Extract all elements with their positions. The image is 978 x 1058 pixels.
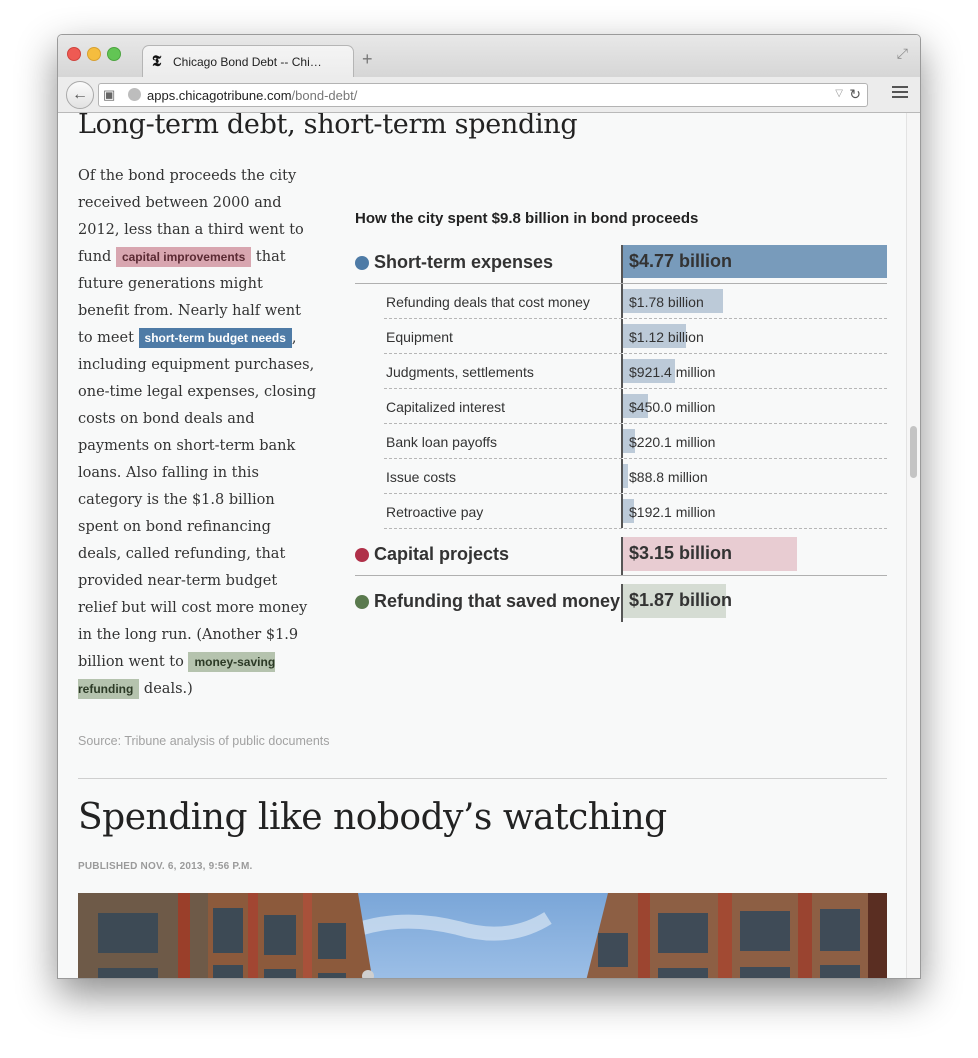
subcategory-value: $921.4 million [629,364,716,380]
bar-track: $921.4 million [621,354,887,388]
series-dot [355,595,369,609]
reader-icon[interactable]: ▣ [103,87,115,103]
subcategory-label: Capitalized interest [386,399,506,415]
category-label: Refunding that saved money [374,591,621,611]
spending-chart: Short-term expenses $4.77 billion Refundin… [355,245,887,622]
section-title: Long-term debt, short-term spending [78,113,578,140]
url-bar[interactable]: ▣ apps.chicagotribune.com/bond-debt/ ▽ ↻ [98,83,868,107]
source-note: Source: Tribune analysis of public docum… [78,734,330,748]
browser-tab[interactable]: 𝕿 Chicago Bond Debt -- Chi… [142,45,354,78]
scrollbar-thumb[interactable] [910,426,917,478]
chart-subcategory-row: Retroactive pay $192.1 million [384,494,887,529]
bar-track: $450.0 million [621,389,887,423]
history-dropdown-icon[interactable]: ▽ [835,88,843,99]
lede-text: , including equipment purchases, one-tim… [78,330,317,670]
subcategory-label: Refunding deals that cost money [386,294,590,310]
bar-track: $192.1 million [621,494,887,528]
back-button[interactable]: ← [66,81,94,109]
subcategory-label: Retroactive pay [386,504,484,520]
close-window-button[interactable] [67,47,81,61]
navigation-bar: ← ▣ apps.chicagotribune.com/bond-debt/ ▽… [58,77,920,113]
subcategory-value: $220.1 million [629,434,716,450]
subcategory-label: Judgments, settlements [386,364,534,380]
page-content: Long-term debt, short-term spending Of t… [58,113,907,978]
photo-buildings [78,893,887,978]
bar-track: $4.77 billion [621,245,887,283]
article-photo [78,893,887,978]
subcategory-label: Equipment [386,329,453,345]
chart-category-row: Refunding that saved money $1.87 billion [355,584,887,622]
new-tab-button[interactable]: + [362,49,373,70]
url-path: /bond-debt/ [291,88,358,103]
minimize-window-button[interactable] [87,47,101,61]
chart-category-row: Short-term expenses $4.77 billion [355,245,887,284]
bar-track: $1.87 billion [621,584,887,622]
highlight-short-term-budget-needs: short-term budget needs [138,328,292,348]
browser-window: 𝕿 Chicago Bond Debt -- Chi… + ⤢ ← ▣ apps… [57,34,921,979]
chart-subcategory-row: Equipment $1.12 billion [384,319,887,354]
series-dot [355,548,369,562]
subcategory-bar [623,464,628,488]
lede-paragraph: Of the bond proceeds the city received b… [78,163,318,703]
title-bar: 𝕿 Chicago Bond Debt -- Chi… + ⤢ [58,35,920,78]
globe-icon [128,88,141,101]
article-headline: Spending like nobody’s watching [78,797,667,838]
url-text: apps.chicagotribune.com/bond-debt/ [147,88,357,103]
chart-title: How the city spent $9.8 billion in bond … [355,210,699,227]
subcategory-value: $192.1 million [629,504,716,520]
chart-subcategory-row: Refunding deals that cost money $1.78 bil… [384,284,887,319]
chart-subcategory-row: Issue costs $88.8 million [384,459,887,494]
subcategory-value: $1.78 billion [629,294,704,310]
url-host: apps.chicagotribune.com [147,88,292,103]
category-value: $3.15 billion [629,543,733,563]
lede-text: deals.) [139,681,193,697]
subcategory-value: $1.12 billion [629,329,704,345]
highlight-capital-improvements: capital improvements [115,247,252,267]
subcategory-label: Bank loan payoffs [386,434,498,450]
tab-title: Chicago Bond Debt -- Chi… [173,55,322,69]
bar-track: $1.78 billion [621,284,887,318]
divider [78,778,887,779]
category-label: Short-term expenses [374,252,554,272]
fullscreen-icon[interactable]: ⤢ [897,45,908,62]
category-value: $4.77 billion [629,251,733,271]
category-value: $1.87 billion [629,590,733,610]
subcategory-value: $450.0 million [629,399,716,415]
zoom-window-button[interactable] [107,47,121,61]
reload-icon[interactable]: ↻ [849,86,861,103]
bar-track: $3.15 billion [621,537,887,575]
chart-subcategory-row: Judgments, settlements $921.4 million [384,354,887,389]
chart-subcategory-row: Bank loan payoffs $220.1 million [384,424,887,459]
category-label: Capital projects [374,544,510,564]
bar-track: $220.1 million [621,424,887,458]
bar-track: $88.8 million [621,459,887,493]
bar-track: $1.12 billion [621,319,887,353]
published-dateline: PUBLISHED NOV. 6, 2013, 9:56 P.M. [78,861,253,872]
subcategory-value: $88.8 million [629,469,708,485]
tribune-logo-icon: 𝕿 [152,52,162,70]
chart-subcategory-row: Capitalized interest $450.0 million [384,389,887,424]
menu-icon[interactable] [892,86,908,101]
series-dot [355,256,369,270]
chart-category-row: Capital projects $3.15 billion [355,537,887,576]
scrollbar[interactable] [906,113,920,978]
subcategory-label: Issue costs [386,469,457,485]
